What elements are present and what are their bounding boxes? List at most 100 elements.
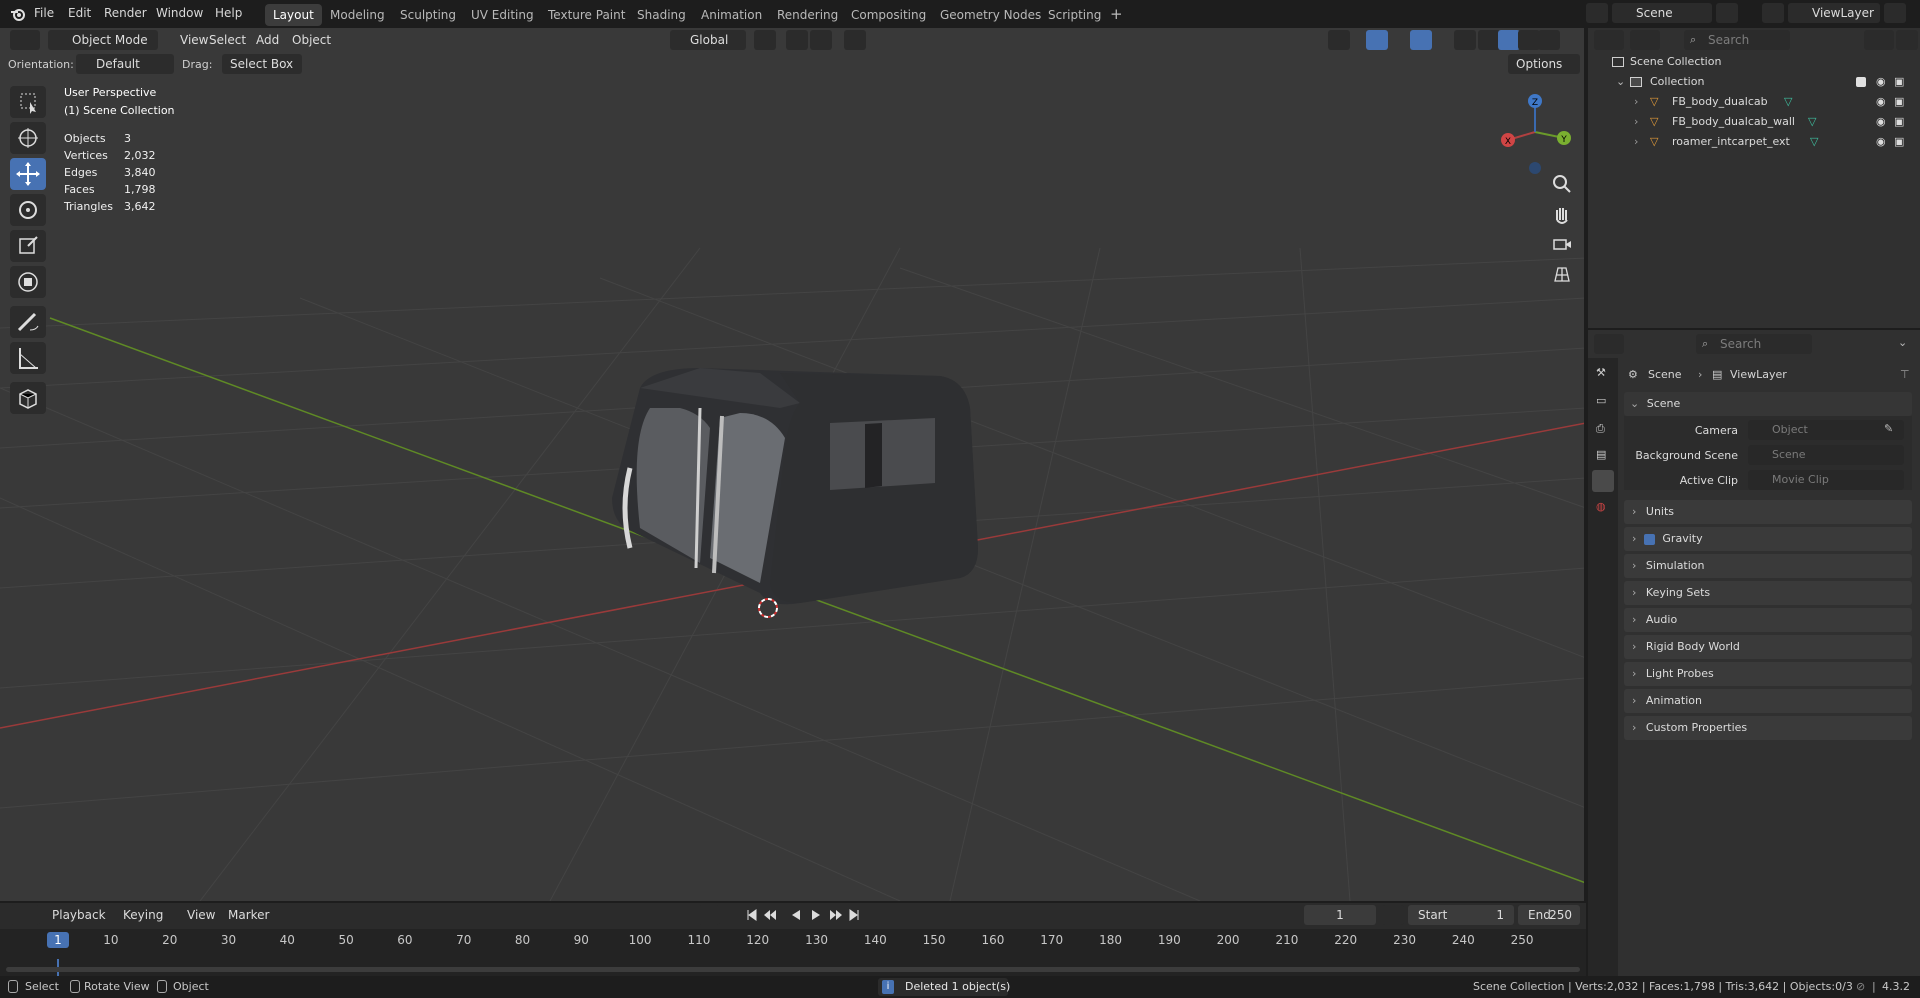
object-visibility-icon[interactable]: ◉: [1876, 132, 1886, 152]
properties-options-icon[interactable]: ⌄: [1898, 336, 1907, 349]
collection-expand-icon[interactable]: ⌄: [1616, 72, 1625, 92]
preview-range-icon[interactable]: [1382, 905, 1404, 925]
menu-window[interactable]: Window: [156, 6, 203, 20]
visibility-icon[interactable]: [1328, 30, 1350, 50]
object-expand-icon[interactable]: ›: [1634, 112, 1638, 132]
rigid-body-world-panel[interactable]: › Rigid Body World: [1624, 635, 1912, 659]
snap-icon[interactable]: [786, 30, 808, 50]
audio-panel[interactable]: › Audio: [1624, 608, 1912, 632]
options-dropdown[interactable]: Options: [1508, 54, 1580, 74]
menu-select[interactable]: Select: [203, 30, 252, 50]
menu-object[interactable]: Object: [286, 30, 337, 50]
shading-wireframe-icon[interactable]: [1478, 30, 1500, 50]
zoom-icon[interactable]: [1548, 170, 1576, 198]
object-expand-icon[interactable]: ›: [1634, 132, 1638, 152]
render-tab-icon[interactable]: ▭: [1596, 394, 1606, 407]
background-scene-field[interactable]: Scene: [1748, 445, 1904, 465]
camera-field[interactable]: Object: [1748, 420, 1904, 440]
units-panel[interactable]: › Units: [1624, 500, 1912, 524]
auto-keying-icon[interactable]: [698, 905, 720, 925]
end-frame-field[interactable]: End 250: [1518, 905, 1580, 925]
current-frame-field[interactable]: 1: [1304, 905, 1376, 925]
snap-target-icon[interactable]: [810, 30, 832, 50]
tool-tab-icon[interactable]: ⚒: [1596, 366, 1606, 379]
animation-panel[interactable]: › Animation: [1624, 689, 1912, 713]
object-render-icon[interactable]: ▣: [1894, 132, 1904, 152]
display-mode-icon[interactable]: [1630, 30, 1660, 50]
keying-sets-panel[interactable]: › Keying Sets: [1624, 581, 1912, 605]
move-tool-icon[interactable]: [10, 158, 46, 190]
custom-properties-panel[interactable]: › Custom Properties: [1624, 716, 1912, 740]
world-tab-icon[interactable]: ◍: [1596, 500, 1606, 513]
transform-tool-icon[interactable]: [10, 266, 46, 298]
editor-type-icon[interactable]: [10, 30, 40, 50]
shading-solid-icon[interactable]: [1498, 30, 1520, 50]
3d-viewport[interactable]: Object Mode View Select Add Object Globa…: [0, 28, 1586, 901]
outliner-object-row[interactable]: › ▽ roamer_intcarpet_ext ▽ ◉ ▣: [1588, 132, 1920, 152]
tab-rendering[interactable]: Rendering: [769, 4, 846, 26]
active-clip-field[interactable]: Movie Clip: [1748, 470, 1904, 490]
tab-sculpting[interactable]: Sculpting: [392, 4, 464, 26]
orientation-dropdown[interactable]: Default: [76, 54, 174, 74]
viewport-scene[interactable]: [0, 28, 1586, 901]
menu-render[interactable]: Render: [104, 6, 147, 20]
simulation-panel[interactable]: › Simulation: [1624, 554, 1912, 578]
object-visibility-icon[interactable]: ◉: [1876, 112, 1886, 132]
measure-tool-icon[interactable]: [10, 342, 46, 374]
properties-search-input[interactable]: Search: [1696, 334, 1812, 354]
blender-logo-icon[interactable]: [10, 6, 26, 22]
light-probes-panel[interactable]: › Light Probes: [1624, 662, 1912, 686]
shading-rendered-icon[interactable]: [1538, 30, 1560, 50]
annotate-tool-icon[interactable]: [10, 306, 46, 338]
menu-help[interactable]: Help: [215, 6, 242, 20]
cursor-tool-icon[interactable]: [10, 122, 46, 154]
gizmo-toggle-icon[interactable]: [1366, 30, 1388, 50]
menu-marker[interactable]: Marker: [228, 908, 269, 922]
drag-dropdown[interactable]: Select Box: [222, 54, 302, 74]
outliner-object-row[interactable]: › ▽ FB_body_dualcab ▽ ◉ ▣: [1588, 92, 1920, 112]
scale-tool-icon[interactable]: [10, 230, 46, 262]
timeline-editor-type-icon[interactable]: [10, 905, 40, 925]
object-render-icon[interactable]: ▣: [1894, 92, 1904, 112]
object-render-icon[interactable]: ▣: [1894, 112, 1904, 132]
collection-row[interactable]: ⌄ Collection ◉ ▣: [1588, 72, 1920, 92]
xray-icon[interactable]: [1454, 30, 1476, 50]
new-view-layer-icon[interactable]: [1884, 3, 1906, 23]
tab-geometry-nodes[interactable]: Geometry Nodes: [932, 4, 1049, 26]
menu-keying[interactable]: Keying: [123, 908, 163, 922]
tab-layout[interactable]: Layout: [265, 4, 322, 26]
outliner-editor-type-icon[interactable]: [1594, 30, 1624, 50]
menu-file[interactable]: File: [34, 6, 54, 20]
collection-visibility-icon[interactable]: ◉: [1876, 72, 1886, 92]
new-scene-icon[interactable]: [1716, 3, 1738, 23]
scene-name-field[interactable]: Scene: [1612, 3, 1712, 23]
timeline-scrollbar[interactable]: [6, 967, 1580, 972]
tab-compositing[interactable]: Compositing: [843, 4, 934, 26]
rotate-tool-icon[interactable]: [10, 194, 46, 226]
tab-texture-paint[interactable]: Texture Paint: [540, 4, 633, 26]
tab-modeling[interactable]: Modeling: [322, 4, 393, 26]
add-cube-tool-icon[interactable]: [10, 382, 46, 414]
scene-panel-header[interactable]: ⌄ Scene: [1624, 392, 1912, 416]
select-box-tool-icon[interactable]: [10, 86, 46, 118]
view-layer-browse-icon[interactable]: [1762, 3, 1784, 23]
playhead[interactable]: 1: [47, 932, 69, 948]
pivot-point-icon[interactable]: [754, 30, 776, 50]
outliner-search-input[interactable]: Search: [1684, 30, 1790, 50]
tab-scripting[interactable]: Scripting: [1040, 4, 1109, 26]
mode-dropdown[interactable]: Object Mode: [48, 30, 158, 50]
menu-timeline-view[interactable]: View: [187, 908, 215, 922]
gravity-panel[interactable]: › Gravity: [1624, 527, 1912, 551]
proportional-edit-icon[interactable]: [844, 30, 866, 50]
scene-browse-icon[interactable]: [1586, 3, 1608, 23]
start-frame-field[interactable]: Start 1: [1408, 905, 1514, 925]
menu-add[interactable]: Add: [250, 30, 285, 50]
transform-orientation-dropdown[interactable]: Global: [670, 30, 746, 50]
tab-uv-editing[interactable]: UV Editing: [463, 4, 542, 26]
eyedropper-icon[interactable]: ✎: [1884, 422, 1893, 435]
menu-playback[interactable]: Playback: [52, 908, 106, 922]
object-expand-icon[interactable]: ›: [1634, 92, 1638, 112]
gravity-checkbox[interactable]: [1643, 533, 1655, 545]
perspective-grid-icon[interactable]: [1548, 260, 1576, 288]
properties-editor-type-icon[interactable]: [1594, 334, 1624, 354]
